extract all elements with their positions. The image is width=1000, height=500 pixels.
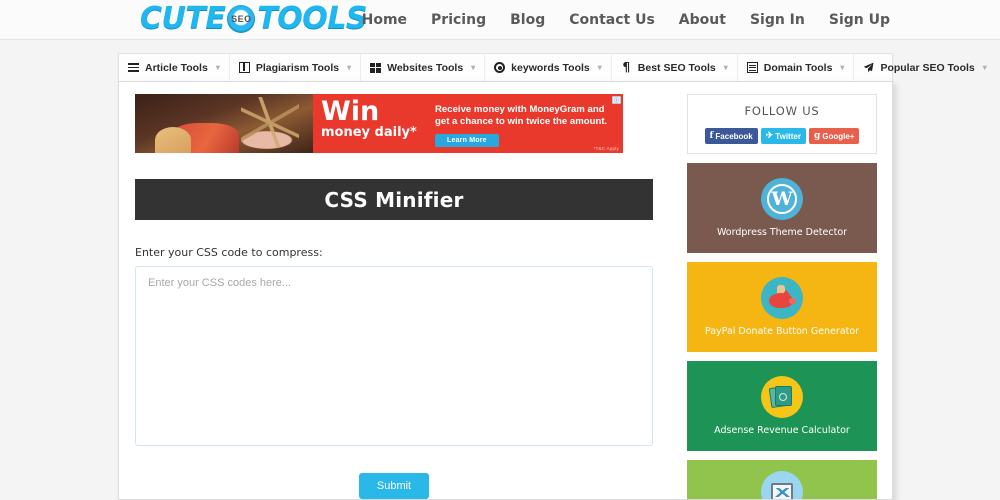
promo-card-partial[interactable] [687,460,877,499]
primary-nav: Home Pricing Blog Contact Us About Sign … [362,0,890,40]
ad-copy-line-1: Receive money with MoneyGram and [435,104,605,115]
chart-image-icon [761,471,803,499]
grid-icon [370,62,381,73]
page-title: CSS Minifier [324,187,464,212]
ad-headline: Win [321,96,380,127]
social-google-plus[interactable]: g Google+ [808,128,860,144]
chevron-down-icon: ▾ [597,63,602,72]
promo-card-adsense-revenue-calculator[interactable]: Adsense Revenue Calculator [687,361,877,451]
chart-image-shape [771,482,793,499]
site-header: CUTE SEO TOOLS Home Pricing Blog Contact U… [0,0,1000,40]
nav-pricing[interactable]: Pricing [431,12,486,28]
list-icon [746,62,758,73]
css-input-label: Enter your CSS code to compress: [135,246,323,259]
social-twitter[interactable]: ✈ Twitter [760,128,806,144]
ad-copy-line-2: get a chance to win twice the amount. [435,116,608,127]
menu-domain-tools[interactable]: Domain Tools ▾ [738,54,855,81]
wordpress-icon: W [761,178,803,220]
nav-home[interactable]: Home [362,12,407,28]
logo-badge-text: SEO [231,13,252,24]
submit-button[interactable]: Submit [358,473,430,499]
nav-contact-us[interactable]: Contact Us [569,12,655,28]
social-label: Facebook [715,131,753,141]
main-column: Win money daily* Receive money with Mone… [119,82,669,499]
menu-best-seo-tools[interactable]: ¶ Best SEO Tools ▾ [612,54,738,81]
promo-card-wordpress-theme-detector[interactable]: W Wordpress Theme Detector [687,163,877,253]
promo-label: Adsense Revenue Calculator [714,425,850,436]
tool-title-bar: CSS Minifier [135,179,653,220]
menu-label: keywords Tools [511,61,590,74]
cash-icon [761,376,803,418]
menu-popular-seo-tools[interactable]: Popular SEO Tools ▾ [854,54,995,81]
menu-label: Websites Tools [387,61,464,74]
logo-text-cute: CUTE [140,1,226,36]
ad-photo-girl [155,127,191,153]
menu-label: Plagiarism Tools [255,61,340,74]
tools-menu-bar: Article Tools ▾ Plagiarism Tools ▾ Websi… [118,53,987,81]
content-container: Win money daily* Receive money with Mone… [118,81,893,500]
cash-shape [768,385,794,409]
ad-copy-block: Receive money with MoneyGram and get a c… [431,94,623,153]
twitter-icon: ✈ [765,131,774,141]
social-facebook[interactable]: f Facebook [704,128,758,144]
menu-websites-tools[interactable]: Websites Tools ▾ [361,54,486,81]
submit-row: Submit [135,473,653,499]
social-label: Google+ [822,131,855,141]
menu-label: Domain Tools [763,61,833,74]
promo-card-paypal-donate-button-generator[interactable]: PayPal Donate Button Generator [687,262,877,352]
promo-label: PayPal Donate Button Generator [704,326,860,337]
site-logo[interactable]: CUTE SEO TOOLS [140,1,368,36]
circle-dot-icon [494,62,506,73]
logo-text-tools: TOOLS [257,1,368,36]
ad-subhead: money daily* [321,125,417,140]
menu-article-tools[interactable]: Article Tools ▾ [119,54,230,81]
promo-label: Wordpress Theme Detector [716,227,848,238]
menu-label: Popular SEO Tools [880,61,975,74]
follow-us-box: FOLLOW US f Facebook ✈ Twitter g Google+ [687,94,877,154]
sidebar: FOLLOW US f Facebook ✈ Twitter g Google+ [677,82,892,499]
nav-blog[interactable]: Blog [510,12,545,28]
ad-headline-block: Win money daily* [313,94,431,153]
social-label: Twitter [775,131,801,141]
pilcrow-icon: ¶ [622,60,631,74]
adchoices-icon[interactable]: ⓘ [612,96,621,104]
menu-plagiarism-tools[interactable]: Plagiarism Tools ▾ [230,54,362,81]
wordpress-mark: W [767,184,797,214]
chevron-down-icon: ▾ [723,63,728,72]
facebook-icon: f [709,131,714,141]
page-root: CUTE SEO TOOLS Home Pricing Blog Contact U… [0,0,1000,500]
follow-us-title: FOLLOW US [744,104,820,118]
chevron-down-icon: ▾ [471,63,476,72]
menu-label: Best SEO Tools [637,61,716,74]
ad-disclaimer: *T&C Apply [593,146,619,151]
menu-label: Article Tools [145,61,208,74]
chevron-down-icon: ▾ [347,63,352,72]
nav-sign-in[interactable]: Sign In [750,12,805,28]
ad-photo [135,94,313,153]
google-plus-icon: g [813,131,821,141]
logo-seo-badge: SEO [226,4,256,33]
advertisement-banner[interactable]: Win money daily* Receive money with Mone… [135,94,623,153]
chevron-down-icon: ▾ [840,63,845,72]
piggy-bank-icon [761,277,803,319]
nav-about[interactable]: About [679,12,726,28]
social-buttons-row: f Facebook ✈ Twitter g Google+ [694,128,870,144]
menu-keywords-tools[interactable]: keywords Tools ▾ [485,54,612,81]
ad-photo-plant [241,97,299,147]
css-input-textarea[interactable] [135,266,653,446]
piggy-bank-shape [769,285,796,308]
chevron-down-icon: ▾ [982,63,987,72]
ad-learn-more-button[interactable]: Learn More [435,134,499,147]
chevron-down-icon: ▾ [215,63,220,72]
paper-plane-icon [863,62,874,73]
columns-icon [238,62,250,73]
nav-sign-up[interactable]: Sign Up [829,12,890,28]
bars-icon [128,62,139,73]
